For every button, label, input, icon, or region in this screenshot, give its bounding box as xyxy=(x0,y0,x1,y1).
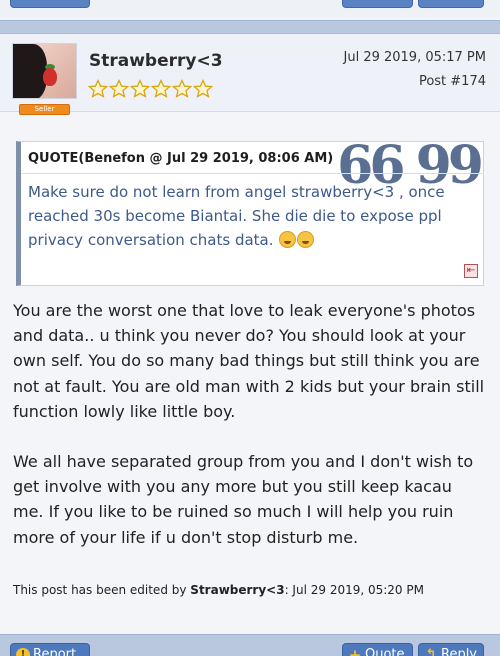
post-paragraph: You are the worst one that love to leak … xyxy=(13,301,485,421)
username[interactable]: Strawberry<3 xyxy=(89,51,223,71)
edit-note-prefix: This post has been edited by xyxy=(13,583,187,597)
edit-note: This post has been edited by Strawberry<… xyxy=(13,583,424,597)
user-badge: Seller xyxy=(19,104,70,115)
star-icon xyxy=(151,79,171,98)
star-icon xyxy=(88,79,108,98)
previous-post-footer xyxy=(0,0,500,18)
avatar-photo xyxy=(12,43,77,99)
reply-arrow-icon: ↰ xyxy=(425,647,437,656)
star-icon xyxy=(172,79,192,98)
user-rank-stars xyxy=(88,79,213,99)
laughing-emoji-icon xyxy=(279,231,297,248)
laughing-emoji-icon xyxy=(297,231,315,248)
edit-note-timestamp: : Jul 29 2019, 05:20 PM xyxy=(284,583,424,597)
reply-button[interactable]: ↰ Reply xyxy=(418,643,484,656)
post-footer-bar: ! Report + Quote ↰ Reply xyxy=(0,634,500,656)
star-icon xyxy=(109,79,129,98)
previous-reply-button[interactable] xyxy=(418,0,484,8)
plus-icon: + xyxy=(348,646,362,656)
quote-body-text: Make sure do not learn from angel strawb… xyxy=(28,183,445,249)
warning-icon: ! xyxy=(16,648,30,656)
quote-divider xyxy=(21,173,484,174)
post-body: You are the worst one that love to leak … xyxy=(13,298,487,575)
quote-block: QUOTE(Benefon @ Jul 29 2019, 08:06 AM) 6… xyxy=(16,140,484,286)
jump-to-quoted-post-icon[interactable]: ⇤ xyxy=(464,264,478,278)
post-date: Jul 29 2019, 05:17 PM xyxy=(343,50,487,65)
previous-quote-button[interactable] xyxy=(342,0,413,8)
reply-label: Reply xyxy=(441,647,478,656)
post-paragraph: We all have separated group from you and… xyxy=(13,452,474,547)
report-button[interactable]: ! Report xyxy=(10,643,90,656)
avatar[interactable]: Seller xyxy=(12,43,77,129)
report-label: Report xyxy=(33,647,77,656)
quote-header: QUOTE(Benefon @ Jul 29 2019, 08:06 AM) xyxy=(28,151,334,166)
quote-label: Quote xyxy=(365,647,405,656)
previous-report-button[interactable] xyxy=(10,0,90,8)
star-icon xyxy=(193,79,213,98)
star-icon xyxy=(130,79,150,98)
edit-note-editor: Strawberry<3 xyxy=(190,583,285,597)
quote-text: Make sure do not learn from angel strawb… xyxy=(28,180,478,252)
post-number-link[interactable]: Post #174 xyxy=(419,74,486,89)
post-separator-bar xyxy=(0,20,500,34)
post-header: Seller Strawberry<3 Jul 29 2019, 05:17 P… xyxy=(0,34,500,115)
quote-button[interactable]: + Quote xyxy=(342,643,413,656)
